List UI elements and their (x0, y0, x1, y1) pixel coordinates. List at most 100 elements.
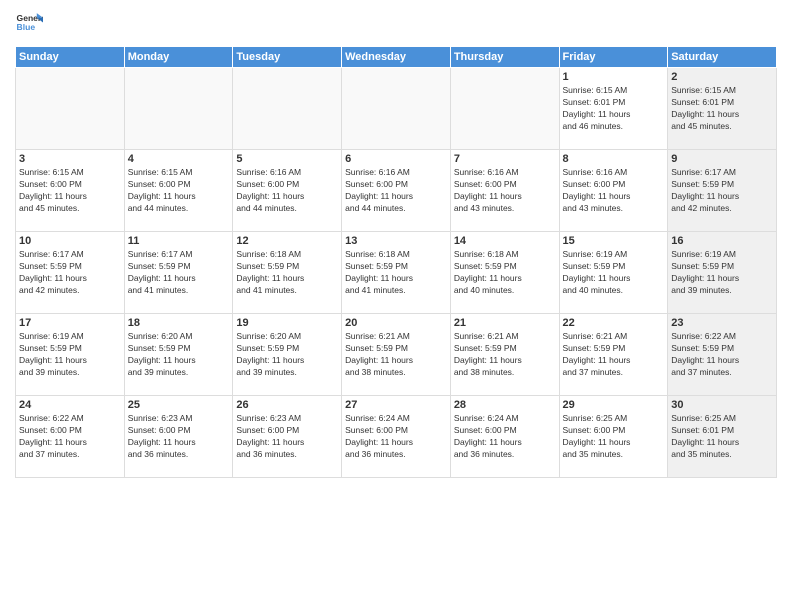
page: General Blue SundayMondayTuesdayWednesda… (0, 0, 792, 612)
day-number: 17 (19, 317, 121, 329)
day-number: 24 (19, 399, 121, 411)
calendar-cell: 30 Sunrise: 6:25 AM Sunset: 6:01 PM Dayli… (668, 396, 777, 478)
day-number: 11 (128, 235, 230, 247)
svg-text:Blue: Blue (17, 22, 36, 32)
calendar-table: SundayMondayTuesdayWednesdayThursdayFrid… (15, 46, 777, 478)
day-info: Sunrise: 6:16 AM Sunset: 6:00 PM Dayligh… (454, 167, 556, 215)
calendar-week-row: 1 Sunrise: 6:15 AM Sunset: 6:01 PM Daylig… (16, 68, 777, 150)
day-header-saturday: Saturday (668, 47, 777, 68)
day-info: Sunrise: 6:21 AM Sunset: 5:59 PM Dayligh… (345, 331, 447, 379)
day-info: Sunrise: 6:18 AM Sunset: 5:59 PM Dayligh… (454, 249, 556, 297)
day-number: 29 (563, 399, 665, 411)
day-info: Sunrise: 6:15 AM Sunset: 6:01 PM Dayligh… (671, 85, 773, 133)
calendar-cell: 15Sunrise: 6:19 AM Sunset: 5:59 PM Dayli… (559, 232, 668, 314)
day-info: Sunrise: 6:15 AM Sunset: 6:00 PM Dayligh… (19, 167, 121, 215)
calendar-cell: 13 Sunrise: 6:18 AM Sunset: 5:59 PM Dayli… (342, 232, 451, 314)
day-number: 18 (128, 317, 230, 329)
calendar-cell: 23Sunrise: 6:22 AM Sunset: 5:59 PM Dayli… (668, 314, 777, 396)
calendar-week-row: 10 Sunrise: 6:17 AM Sunset: 5:59 PM Dayli… (16, 232, 777, 314)
day-info: Sunrise: 6:19 AM Sunset: 5:59 PM Dayligh… (19, 331, 121, 379)
day-number: 4 (128, 153, 230, 165)
calendar-cell: 9Sunrise: 6:17 AM Sunset: 5:59 PM Daylig… (668, 150, 777, 232)
logo: General Blue (15, 10, 43, 38)
calendar-cell: 25 Sunrise: 6:23 AM Sunset: 6:00 PM Dayli… (124, 396, 233, 478)
day-header-thursday: Thursday (450, 47, 559, 68)
calendar-cell: 5 Sunrise: 6:16 AM Sunset: 6:00 PM Daylig… (233, 150, 342, 232)
day-info: Sunrise: 6:19 AM Sunset: 5:59 PM Dayligh… (671, 249, 773, 297)
day-info: Sunrise: 6:20 AM Sunset: 5:59 PM Dayligh… (236, 331, 338, 379)
day-number: 20 (345, 317, 447, 329)
calendar-cell: 14 Sunrise: 6:18 AM Sunset: 5:59 PM Dayli… (450, 232, 559, 314)
day-header-friday: Friday (559, 47, 668, 68)
day-info: Sunrise: 6:24 AM Sunset: 6:00 PM Dayligh… (345, 413, 447, 461)
day-info: Sunrise: 6:15 AM Sunset: 6:01 PM Dayligh… (563, 85, 665, 133)
calendar-cell: 12Sunrise: 6:18 AM Sunset: 5:59 PM Dayli… (233, 232, 342, 314)
calendar-cell (450, 68, 559, 150)
day-number: 15 (563, 235, 665, 247)
day-number: 30 (671, 399, 773, 411)
day-info: Sunrise: 6:16 AM Sunset: 6:00 PM Dayligh… (345, 167, 447, 215)
calendar-cell: 10 Sunrise: 6:17 AM Sunset: 5:59 PM Dayli… (16, 232, 125, 314)
calendar-cell: 22 Sunrise: 6:21 AM Sunset: 5:59 PM Dayli… (559, 314, 668, 396)
day-number: 8 (563, 153, 665, 165)
calendar-cell: 8Sunrise: 6:16 AM Sunset: 6:00 PM Daylig… (559, 150, 668, 232)
day-info: Sunrise: 6:18 AM Sunset: 5:59 PM Dayligh… (345, 249, 447, 297)
calendar-cell: 4Sunrise: 6:15 AM Sunset: 6:00 PM Daylig… (124, 150, 233, 232)
day-header-monday: Monday (124, 47, 233, 68)
day-info: Sunrise: 6:25 AM Sunset: 6:01 PM Dayligh… (671, 413, 773, 461)
day-number: 13 (345, 235, 447, 247)
calendar-cell: 29 Sunrise: 6:25 AM Sunset: 6:00 PM Dayli… (559, 396, 668, 478)
logo-icon: General Blue (15, 10, 43, 38)
day-header-sunday: Sunday (16, 47, 125, 68)
calendar-cell: 7 Sunrise: 6:16 AM Sunset: 6:00 PM Daylig… (450, 150, 559, 232)
day-info: Sunrise: 6:16 AM Sunset: 6:00 PM Dayligh… (236, 167, 338, 215)
day-header-wednesday: Wednesday (342, 47, 451, 68)
day-info: Sunrise: 6:23 AM Sunset: 6:00 PM Dayligh… (236, 413, 338, 461)
calendar-cell: 27 Sunrise: 6:24 AM Sunset: 6:00 PM Dayli… (342, 396, 451, 478)
day-info: Sunrise: 6:18 AM Sunset: 5:59 PM Dayligh… (236, 249, 338, 297)
day-number: 1 (563, 71, 665, 83)
day-info: Sunrise: 6:24 AM Sunset: 6:00 PM Dayligh… (454, 413, 556, 461)
day-number: 28 (454, 399, 556, 411)
calendar-cell: 19 Sunrise: 6:20 AM Sunset: 5:59 PM Dayli… (233, 314, 342, 396)
day-number: 3 (19, 153, 121, 165)
day-number: 19 (236, 317, 338, 329)
calendar-cell (233, 68, 342, 150)
day-number: 16 (671, 235, 773, 247)
calendar-header-row: SundayMondayTuesdayWednesdayThursdayFrid… (16, 47, 777, 68)
day-number: 14 (454, 235, 556, 247)
day-info: Sunrise: 6:17 AM Sunset: 5:59 PM Dayligh… (128, 249, 230, 297)
calendar-cell: 21 Sunrise: 6:21 AM Sunset: 5:59 PM Dayli… (450, 314, 559, 396)
day-info: Sunrise: 6:17 AM Sunset: 5:59 PM Dayligh… (19, 249, 121, 297)
day-number: 10 (19, 235, 121, 247)
calendar-cell: 11 Sunrise: 6:17 AM Sunset: 5:59 PM Dayli… (124, 232, 233, 314)
day-number: 2 (671, 71, 773, 83)
calendar-cell: 18 Sunrise: 6:20 AM Sunset: 5:59 PM Dayli… (124, 314, 233, 396)
day-number: 25 (128, 399, 230, 411)
day-number: 27 (345, 399, 447, 411)
calendar-week-row: 17 Sunrise: 6:19 AM Sunset: 5:59 PM Dayli… (16, 314, 777, 396)
calendar-cell: 3 Sunrise: 6:15 AM Sunset: 6:00 PM Daylig… (16, 150, 125, 232)
calendar-cell (16, 68, 125, 150)
day-number: 6 (345, 153, 447, 165)
calendar-cell: 28 Sunrise: 6:24 AM Sunset: 6:00 PM Dayli… (450, 396, 559, 478)
day-number: 5 (236, 153, 338, 165)
calendar-week-row: 3 Sunrise: 6:15 AM Sunset: 6:00 PM Daylig… (16, 150, 777, 232)
calendar-cell: 6 Sunrise: 6:16 AM Sunset: 6:00 PM Daylig… (342, 150, 451, 232)
day-info: Sunrise: 6:22 AM Sunset: 6:00 PM Dayligh… (19, 413, 121, 461)
calendar-cell: 26 Sunrise: 6:23 AM Sunset: 6:00 PM Dayli… (233, 396, 342, 478)
day-number: 26 (236, 399, 338, 411)
day-number: 22 (563, 317, 665, 329)
calendar-cell: 24 Sunrise: 6:22 AM Sunset: 6:00 PM Dayli… (16, 396, 125, 478)
day-info: Sunrise: 6:25 AM Sunset: 6:00 PM Dayligh… (563, 413, 665, 461)
day-number: 7 (454, 153, 556, 165)
calendar-cell: 17 Sunrise: 6:19 AM Sunset: 5:59 PM Dayli… (16, 314, 125, 396)
calendar-week-row: 24 Sunrise: 6:22 AM Sunset: 6:00 PM Dayli… (16, 396, 777, 478)
day-info: Sunrise: 6:23 AM Sunset: 6:00 PM Dayligh… (128, 413, 230, 461)
calendar-cell: 16 Sunrise: 6:19 AM Sunset: 5:59 PM Dayli… (668, 232, 777, 314)
day-info: Sunrise: 6:20 AM Sunset: 5:59 PM Dayligh… (128, 331, 230, 379)
day-info: Sunrise: 6:21 AM Sunset: 5:59 PM Dayligh… (563, 331, 665, 379)
day-info: Sunrise: 6:21 AM Sunset: 5:59 PM Dayligh… (454, 331, 556, 379)
day-header-tuesday: Tuesday (233, 47, 342, 68)
day-number: 21 (454, 317, 556, 329)
